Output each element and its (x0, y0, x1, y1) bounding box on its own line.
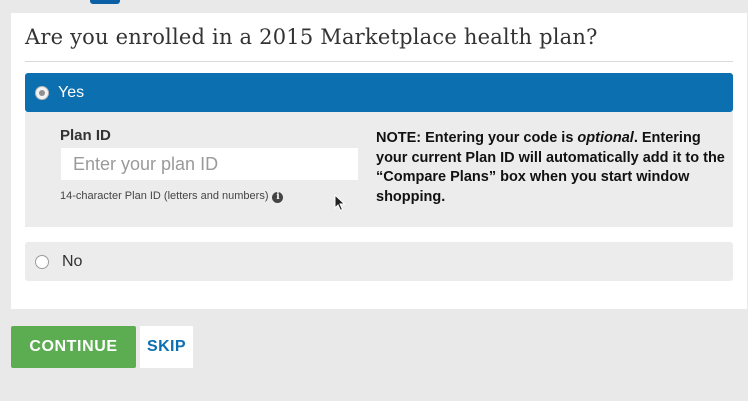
radio-yes[interactable] (35, 86, 49, 100)
skip-button[interactable]: SKIP (140, 326, 193, 368)
info-icon[interactable]: i (272, 192, 284, 203)
mouse-cursor-icon (334, 194, 346, 212)
option-no-label: No (62, 253, 83, 270)
top-edge-accent (90, 0, 120, 4)
option-yes-label: Yes (58, 84, 85, 101)
question-card: Are you enrolled in a 2015 Marketplace h… (11, 13, 747, 309)
plan-id-hint-text: 14-character Plan ID (letters and number… (60, 190, 269, 202)
plan-id-input[interactable] (61, 148, 358, 180)
radio-no[interactable] (35, 255, 49, 269)
continue-button[interactable]: CONTINUE (11, 326, 136, 368)
divider (25, 61, 733, 62)
plan-id-hint: 14-character Plan ID (letters and number… (60, 190, 284, 203)
plan-id-panel: Plan ID 14-character Plan ID (letters an… (25, 112, 733, 227)
option-yes[interactable]: Yes (25, 73, 733, 112)
plan-id-label: Plan ID (60, 127, 111, 144)
option-no[interactable]: No (25, 242, 733, 281)
radio-selected-dot (39, 90, 45, 96)
optional-note: NOTE: Entering your code is optional. En… (376, 129, 726, 207)
note-prefix: NOTE: Entering your code is (376, 130, 578, 146)
question-heading: Are you enrolled in a 2015 Marketplace h… (25, 25, 598, 49)
note-emphasis: optional (577, 130, 634, 146)
